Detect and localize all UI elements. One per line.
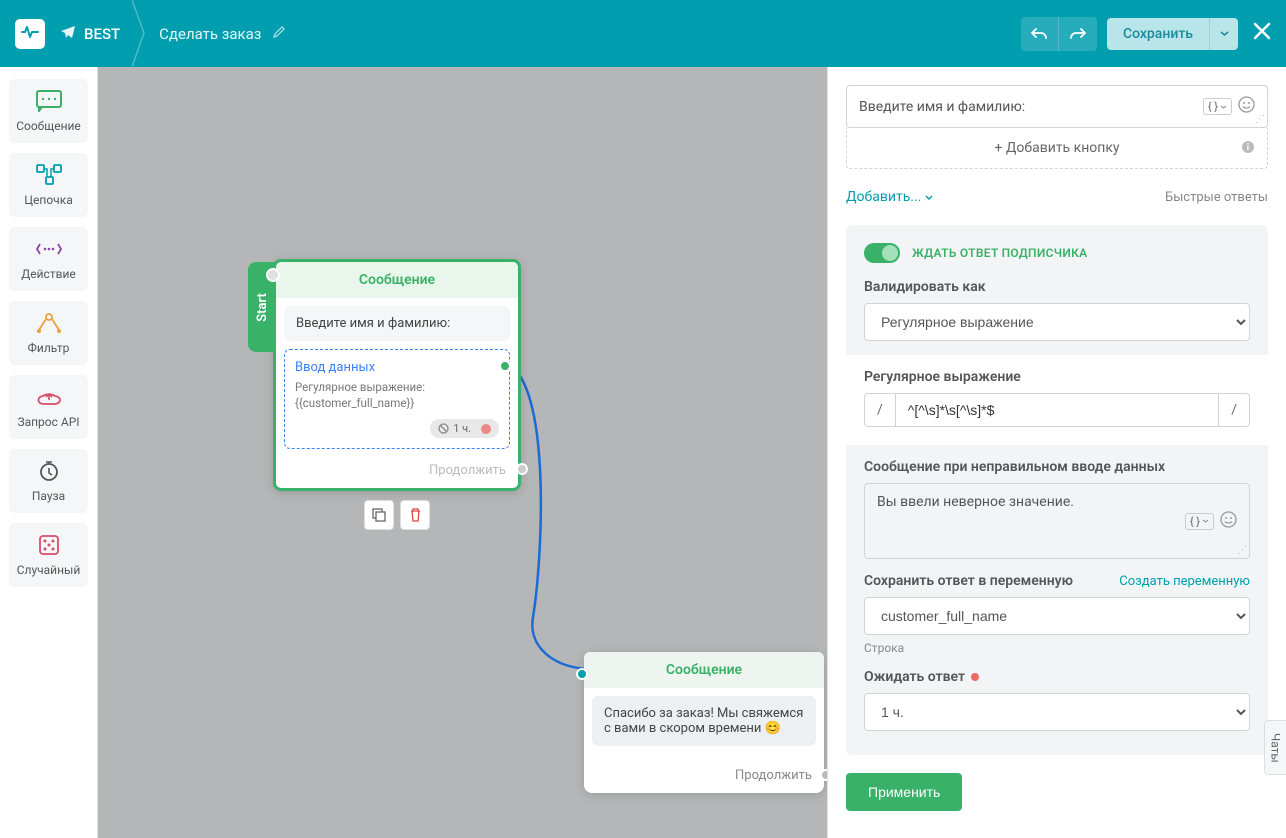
redo-button[interactable] — [1059, 17, 1097, 51]
resize-handle[interactable]: ⋰ — [1237, 545, 1247, 556]
error-message-input[interactable]: Вы ввели неверное значение. { } ⋰ — [864, 483, 1250, 559]
regex-delimiter-end: / — [1219, 393, 1250, 427]
action-icon — [35, 237, 63, 261]
dice-icon — [35, 533, 63, 557]
flow-canvas[interactable]: Start Сообщение Введите имя и фамилию: В… — [98, 67, 827, 838]
data-input-title: Ввод данных — [295, 360, 499, 375]
variable-type-help: Строка — [864, 641, 1250, 655]
node-message-text: Введите имя и фамилию: — [284, 306, 510, 341]
wait-response-toggle[interactable] — [864, 243, 900, 263]
save-variable-label: Сохранить ответ в переменную — [864, 573, 1073, 589]
chain-icon — [35, 163, 63, 187]
wait-duration-label: Ожидать ответ — [864, 669, 1250, 685]
node-title: Сообщение — [276, 262, 518, 298]
quick-replies-button[interactable]: Быстрые ответы — [1165, 190, 1268, 205]
node-title: Сообщение — [584, 652, 824, 688]
telegram-icon — [60, 25, 76, 43]
message-text-input[interactable]: Введите имя и фамилию: { } ⋰ — [846, 85, 1268, 128]
validate-as-label: Валидировать как — [864, 279, 1250, 295]
timeout-indicator-icon — [971, 673, 979, 681]
svg-text:i: i — [1247, 143, 1249, 153]
tool-label: Цепочка — [24, 193, 72, 207]
regex-label: Регулярное выражение — [864, 369, 1250, 385]
save-button-group: Сохранить — [1107, 18, 1238, 50]
tool-filter[interactable]: Фильтр — [9, 301, 88, 365]
data-input-variable: {{customer_full_name}} — [295, 395, 499, 411]
continue-row: Продолжить — [584, 762, 824, 793]
save-dropdown-button[interactable] — [1210, 18, 1238, 50]
data-input-block[interactable]: Ввод данных Регулярное выражение: {{cust… — [284, 349, 510, 449]
message-icon — [35, 89, 63, 113]
toggle-label: ЖДАТЬ ОТВЕТ ПОДПИСЧИКА — [912, 246, 1087, 260]
api-icon — [35, 385, 63, 409]
resize-handle[interactable]: ⋰ — [1255, 114, 1265, 125]
add-button-button[interactable]: + Добавить кнопку i — [846, 128, 1268, 169]
apply-button[interactable]: Применить — [846, 773, 962, 811]
flow-node-message-2[interactable]: Сообщение Спасибо за заказ! Мы свяжемся … — [584, 652, 824, 793]
start-label: Start — [255, 293, 270, 322]
error-message-label: Сообщение при неправильном вводе данных — [864, 459, 1250, 475]
pencil-icon[interactable] — [273, 25, 286, 42]
pulse-icon — [21, 24, 39, 43]
chats-tab[interactable]: Чаты — [1264, 720, 1286, 775]
continue-row: Продолжить — [276, 457, 518, 488]
properties-panel: Введите имя и фамилию: { } ⋰ + Добавить … — [827, 67, 1286, 838]
breadcrumb-separator — [132, 0, 147, 67]
data-input-regex-label: Регулярное выражение: — [295, 379, 499, 395]
bot-name[interactable]: BEST — [84, 25, 120, 43]
node-toolbar: Сообщение Цепочка Действие Фильтр Запрос… — [0, 67, 98, 838]
regex-input[interactable] — [895, 393, 1219, 427]
emoji-button[interactable] — [1238, 96, 1255, 117]
tool-message[interactable]: Сообщение — [9, 79, 88, 143]
insert-variable-button[interactable]: { } — [1203, 98, 1232, 115]
copy-node-button[interactable] — [364, 500, 394, 530]
save-button[interactable]: Сохранить — [1107, 18, 1210, 50]
create-variable-link[interactable]: Создать переменную — [1119, 574, 1250, 589]
flow-node-message-1[interactable]: Start Сообщение Введите имя и фамилию: В… — [273, 259, 521, 491]
tool-label: Сообщение — [16, 119, 81, 133]
flow-name[interactable]: Сделать заказ — [159, 25, 261, 43]
app-logo[interactable] — [15, 19, 45, 49]
delete-node-button[interactable] — [400, 500, 430, 530]
insert-variable-button[interactable]: { } — [1185, 513, 1214, 530]
node-message-text: Спасибо за заказ! Мы свяжемся с вами в с… — [592, 696, 816, 746]
info-icon[interactable]: i — [1241, 140, 1255, 158]
clock-ban-icon — [438, 423, 449, 434]
wait-duration-select[interactable]: 1 ч. — [864, 693, 1250, 731]
add-element-dropdown[interactable]: Добавить... — [846, 189, 933, 205]
input-port[interactable] — [576, 668, 588, 680]
tool-label: Пауза — [32, 489, 65, 503]
pause-icon — [35, 459, 63, 483]
tool-label: Фильтр — [28, 341, 70, 355]
undo-button[interactable] — [1021, 17, 1059, 51]
regex-delimiter-start: / — [864, 393, 895, 427]
start-port — [266, 268, 280, 282]
tool-chain[interactable]: Цепочка — [9, 153, 88, 217]
tool-label: Случайный — [17, 563, 81, 577]
output-port-valid[interactable] — [499, 360, 511, 372]
tool-random[interactable]: Случайный — [9, 523, 88, 587]
filter-icon — [35, 311, 63, 335]
tool-label: Запрос API — [17, 415, 79, 429]
validate-as-select[interactable]: Регулярное выражение — [864, 303, 1250, 341]
save-variable-select[interactable]: customer_full_name — [864, 597, 1250, 635]
wait-chip: 1 ч. — [430, 419, 499, 438]
output-port-timeout[interactable] — [481, 424, 491, 434]
tool-label: Действие — [21, 267, 76, 281]
emoji-button[interactable] — [1220, 511, 1237, 532]
tool-action[interactable]: Действие — [9, 227, 88, 291]
undo-redo-group — [1021, 17, 1097, 51]
tool-pause[interactable]: Пауза — [9, 449, 88, 513]
app-header: BEST Сделать заказ Сохранить — [0, 0, 1286, 67]
wait-response-card: ЖДАТЬ ОТВЕТ ПОДПИСЧИКА Валидировать как … — [846, 225, 1268, 755]
close-button[interactable] — [1253, 21, 1271, 46]
tool-api[interactable]: Запрос API — [9, 375, 88, 439]
